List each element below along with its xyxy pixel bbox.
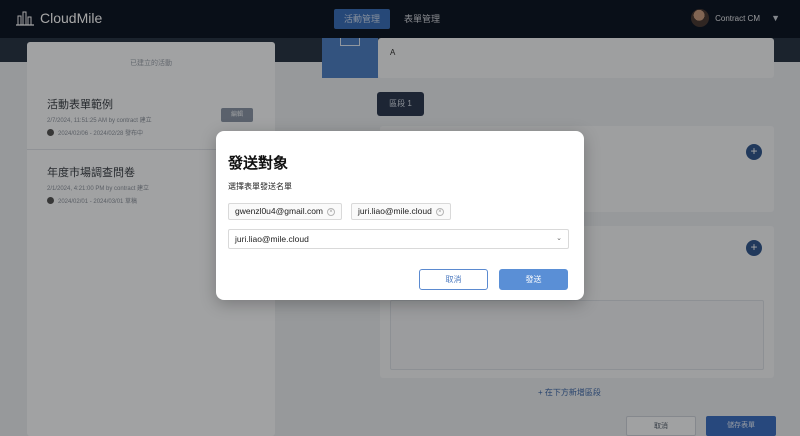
recipient-select[interactable]: juri.liao@mile.cloud ⌄	[228, 229, 569, 249]
recipient-chip: juri.liao@mile.cloud ×	[351, 203, 451, 220]
close-icon[interactable]: ×	[327, 207, 336, 216]
send-target-dialog: 發送對象 選擇表單發送名單 gwenzl0u4@gmail.com × juri…	[216, 131, 584, 300]
dialog-title: 發送對象	[228, 155, 289, 172]
dialog-subtitle: 選擇表單發送名單	[228, 182, 292, 191]
close-icon[interactable]: ×	[435, 207, 444, 216]
send-button[interactable]: 發送	[499, 269, 568, 290]
select-value: juri.liao@mile.cloud	[235, 234, 309, 244]
chevron-down-icon: ⌄	[556, 235, 562, 242]
chip-label: gwenzl0u4@gmail.com	[235, 206, 324, 216]
chip-label: juri.liao@mile.cloud	[358, 206, 432, 216]
cancel-button[interactable]: 取消	[419, 269, 488, 290]
recipient-chip: gwenzl0u4@gmail.com ×	[228, 203, 343, 220]
